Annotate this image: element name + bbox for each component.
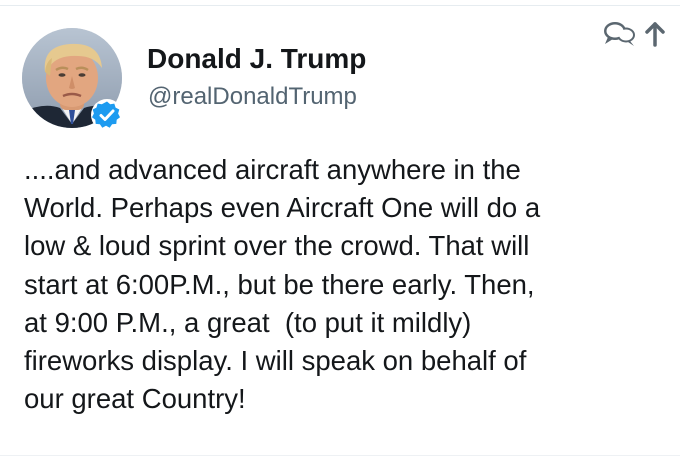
tweet-text-line: World. Perhaps even Aircraft One will do… (24, 192, 541, 224)
speech-bubbles-icon[interactable] (602, 20, 638, 53)
tweet-text-line: low & loud sprint over the crowd. That w… (24, 230, 530, 262)
tweet-text-line: our great Country! (24, 383, 246, 415)
arrow-up-icon[interactable] (644, 21, 666, 52)
tweet-card: Donald J. Trump @realDonaldTrump ....and… (0, 0, 680, 462)
bottom-divider (0, 455, 680, 456)
top-divider (0, 5, 680, 6)
tweet-text-line: at 9:00 P.M., a great (to put it mildly) (24, 306, 472, 338)
tweet-text-line: start at 6:00P.M., but be there early. T… (24, 268, 535, 300)
display-name[interactable]: Donald J. Trump (147, 42, 366, 76)
tweet-text: ....and advanced aircraft anywhere in th… (24, 151, 669, 418)
tweet-text-line: ....and advanced aircraft anywhere in th… (24, 154, 521, 185)
header-actions (602, 20, 666, 53)
user-handle[interactable]: @realDonaldTrump (148, 82, 357, 112)
verified-check-icon (90, 98, 124, 132)
tweet-text-line: fireworks display. I will speak on behal… (24, 345, 527, 377)
